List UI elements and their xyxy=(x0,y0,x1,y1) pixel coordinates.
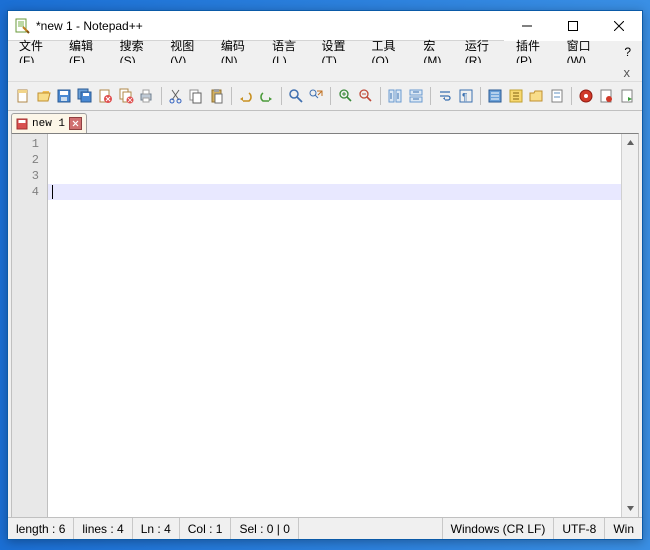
record-macro-button[interactable] xyxy=(597,85,616,107)
gutter-line: 4 xyxy=(12,184,47,200)
status-col: Col : 1 xyxy=(180,518,232,539)
editor-line[interactable] xyxy=(48,152,638,168)
sync-hscroll-button[interactable] xyxy=(407,85,426,107)
app-window: *new 1 - Notepad++ 文件(F)编辑(E)搜索(S)视图(V)编… xyxy=(7,10,643,540)
toolbar: ¶ xyxy=(8,81,642,111)
show-whitespace-button[interactable]: ¶ xyxy=(456,85,475,107)
print-button[interactable] xyxy=(137,85,156,107)
secondary-close-row: x xyxy=(8,63,642,81)
tab-new1[interactable]: new 1 xyxy=(11,113,87,133)
zoom-in-button[interactable] xyxy=(336,85,355,107)
gutter-line: 3 xyxy=(12,168,47,184)
tabbar: new 1 xyxy=(8,111,642,133)
window-title: *new 1 - Notepad++ xyxy=(36,19,504,33)
tab-close-button[interactable] xyxy=(69,117,82,130)
cut-button[interactable] xyxy=(166,85,185,107)
text-editor[interactable] xyxy=(48,134,638,517)
close-all-button[interactable] xyxy=(117,85,136,107)
scroll-track[interactable] xyxy=(622,151,638,500)
menubar: 文件(F)编辑(E)搜索(S)视图(V)编码(N)语言(L)设置(T)工具(O)… xyxy=(8,41,642,63)
editor-area: 1234 xyxy=(11,133,639,517)
secondary-close-icon[interactable]: x xyxy=(624,65,631,80)
app-icon xyxy=(14,18,30,34)
redo-button[interactable] xyxy=(257,85,276,107)
tab-unsaved-icon xyxy=(16,118,28,130)
scroll-down-icon[interactable] xyxy=(622,500,638,517)
doc-map-button[interactable] xyxy=(547,85,566,107)
tab-label: new 1 xyxy=(32,118,65,130)
close-file-button[interactable] xyxy=(96,85,115,107)
status-length: length : 6 xyxy=(8,518,74,539)
status-eol: Windows (CR LF) xyxy=(443,518,555,539)
paste-button[interactable] xyxy=(207,85,226,107)
open-file-button[interactable] xyxy=(35,85,54,107)
copy-button[interactable] xyxy=(187,85,206,107)
new-file-button[interactable] xyxy=(14,85,33,107)
gutter-line: 1 xyxy=(12,136,47,152)
folder-panel-button[interactable] xyxy=(527,85,546,107)
undo-button[interactable] xyxy=(237,85,256,107)
status-ins: Win xyxy=(605,518,642,539)
status-sel: Sel : 0 | 0 xyxy=(231,518,298,539)
gutter-line: 2 xyxy=(12,152,47,168)
zoom-out-button[interactable] xyxy=(357,85,376,107)
replace-button[interactable] xyxy=(307,85,326,107)
scroll-up-icon[interactable] xyxy=(622,134,638,151)
status-lines: lines : 4 xyxy=(74,518,132,539)
menu-help[interactable]: ? xyxy=(617,43,638,61)
find-button[interactable] xyxy=(286,85,305,107)
vertical-scrollbar[interactable] xyxy=(621,134,638,517)
editor-line[interactable] xyxy=(48,184,638,200)
play-macro-button[interactable] xyxy=(618,85,637,107)
svg-text:¶: ¶ xyxy=(462,92,467,103)
editor-line[interactable] xyxy=(48,136,638,152)
function-list-button[interactable] xyxy=(506,85,525,107)
sync-vscroll-button[interactable] xyxy=(386,85,405,107)
indent-guide-button[interactable] xyxy=(486,85,505,107)
save-all-button[interactable] xyxy=(76,85,95,107)
save-button[interactable] xyxy=(55,85,74,107)
statusbar: length : 6 lines : 4 Ln : 4 Col : 1 Sel … xyxy=(8,517,642,539)
word-wrap-button[interactable] xyxy=(436,85,455,107)
monitor-file-button[interactable] xyxy=(577,85,596,107)
line-number-gutter: 1234 xyxy=(12,134,48,517)
editor-line[interactable] xyxy=(48,168,638,184)
status-spacer xyxy=(299,518,443,539)
status-ln: Ln : 4 xyxy=(133,518,180,539)
status-encoding: UTF-8 xyxy=(554,518,605,539)
